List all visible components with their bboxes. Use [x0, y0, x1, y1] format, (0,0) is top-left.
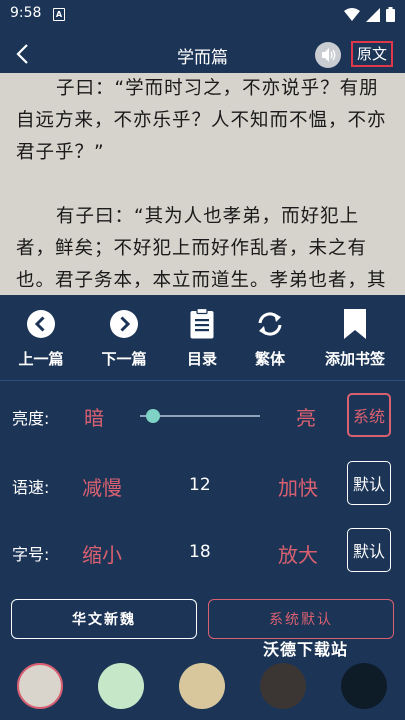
font-size-value: 18 — [189, 542, 211, 562]
font-size-label: 字号: — [12, 545, 50, 564]
sync-icon — [258, 312, 282, 336]
toolbar-label: 添加书签 — [324, 350, 385, 368]
paragraph: 子曰：“学而时习之，不亦说乎？有朋自远方来，不亦乐乎？人不知而不愠，不亦君子乎？… — [16, 78, 387, 163]
reader-toolbar: 上一篇 下一篇 目录 繁体 添加书签 — [0, 298, 405, 380]
clipboard-list-icon — [190, 308, 214, 339]
font-size-decrease-button[interactable]: 缩小 — [82, 539, 122, 568]
paragraph: 有子曰：“其为人也孝弟，而好犯上者，鲜矣；不好犯上而好作乱者，未之有也。君子务本… — [16, 206, 387, 291]
original-text-button[interactable]: 原文 — [351, 41, 393, 67]
brightness-low-label: 暗 — [84, 406, 104, 430]
speed-decrease-button[interactable]: 减慢 — [82, 472, 122, 501]
traditional-chinese-button[interactable]: 繁体 — [230, 308, 310, 369]
font-size-default-button[interactable]: 默认 — [347, 528, 391, 572]
speaker-button[interactable] — [315, 42, 341, 68]
brightness-system-button[interactable]: 系统 — [347, 393, 391, 437]
speed-value: 12 — [189, 475, 211, 495]
theme-swatch-green[interactable] — [98, 663, 144, 709]
theme-swatch-tan[interactable] — [179, 663, 225, 709]
chevron-left-circle-icon — [27, 310, 55, 338]
wifi-icon — [344, 7, 360, 21]
brightness-slider-thumb[interactable] — [146, 409, 160, 423]
toolbar-label: 繁体 — [254, 350, 285, 368]
brightness-high-label: 亮 — [296, 406, 316, 430]
status-time: 9:58 — [10, 5, 42, 21]
speaker-icon — [322, 48, 336, 62]
speed-label: 语速: — [12, 478, 50, 497]
add-bookmark-button[interactable]: 添加书签 — [315, 308, 395, 369]
theme-swatch-dark-brown[interactable] — [260, 663, 306, 709]
font-system-default-button[interactable]: 系统默认 — [208, 599, 394, 639]
font-huawen-xinwei-button[interactable]: 华文新魏 — [11, 599, 197, 639]
battery-icon — [386, 7, 395, 22]
bookmark-icon — [344, 309, 366, 339]
signal-icon — [366, 7, 380, 22]
previous-chapter-button[interactable]: 上一篇 — [1, 308, 81, 369]
next-chapter-button[interactable]: 下一篇 — [84, 308, 164, 369]
speed-increase-button[interactable]: 加快 — [278, 472, 318, 501]
status-bar: 9:58 A — [0, 0, 405, 30]
chevron-right-circle-icon — [110, 310, 138, 338]
toolbar-label: 上一篇 — [18, 350, 64, 368]
page-title: 学而篇 — [177, 48, 228, 68]
brightness-label: 亮度: — [12, 409, 50, 428]
speed-default-button[interactable]: 默认 — [347, 461, 391, 505]
divider — [0, 380, 405, 381]
system-icons — [344, 7, 395, 22]
app-bar: 学而篇 原文 — [0, 30, 405, 78]
toolbar-label: 下一篇 — [101, 350, 147, 368]
reader-content: 子曰：“学而时习之，不亦说乎？有朋自远方来，不亦乐乎？人不知而不愠，不亦君子乎？… — [0, 73, 405, 295]
sim-icon: A — [53, 8, 65, 21]
theme-swatch-beige[interactable] — [17, 663, 63, 709]
watermark: 沃德下载站 — [263, 640, 349, 659]
theme-swatch-night[interactable] — [341, 663, 387, 709]
font-size-increase-button[interactable]: 放大 — [278, 539, 318, 568]
